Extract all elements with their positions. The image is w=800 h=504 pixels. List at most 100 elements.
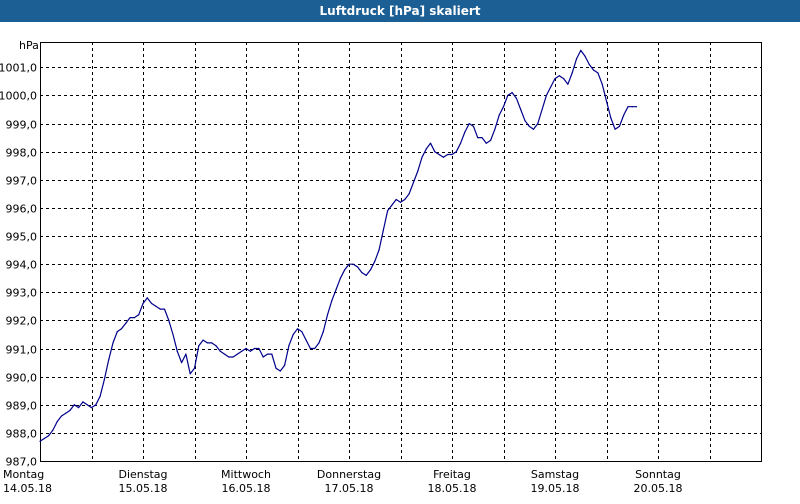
- data-point: [369, 269, 372, 271]
- data-point: [618, 125, 621, 127]
- data-point: [322, 331, 324, 333]
- chart-area: 987,0 988,0 989,0 990,0 991,0 992,0 993,0 994,0…: [0, 22, 800, 500]
- y-tick-label: 988,0: [6, 428, 38, 441]
- series-line: [39, 49, 637, 442]
- x-tick-day: Donnerstag: [317, 468, 381, 481]
- y-tick-label: 998,0: [6, 147, 38, 160]
- data-point: [339, 277, 341, 279]
- data-point: [485, 142, 487, 144]
- data-point: [116, 331, 118, 333]
- data-point: [571, 72, 573, 74]
- x-tick-date: 16.05.18: [222, 482, 271, 495]
- data-point: [408, 193, 410, 195]
- data-point: [434, 151, 436, 153]
- data-point: [468, 123, 470, 125]
- data-point: [284, 364, 286, 366]
- data-point: [211, 342, 213, 344]
- x-tick-day: Sonntag: [635, 468, 681, 481]
- data-point: [168, 319, 170, 321]
- data-point: [60, 415, 63, 417]
- data-point: [404, 198, 406, 201]
- y-tick-label: 994,0: [6, 259, 38, 272]
- data-point: [219, 350, 221, 352]
- data-point: [520, 108, 522, 111]
- data-point: [108, 359, 110, 361]
- data-point: [151, 302, 153, 305]
- data-point: [146, 297, 148, 299]
- data-point: [193, 367, 196, 369]
- data-point: [494, 128, 496, 130]
- data-point: [352, 263, 354, 265]
- grid: [40, 42, 761, 461]
- x-tick-date: 17.05.18: [325, 482, 374, 495]
- data-point: [133, 317, 135, 319]
- y-tick-label: 1000,0: [0, 90, 37, 103]
- data-point: [464, 131, 466, 133]
- data-point: [575, 58, 578, 60]
- data-point: [421, 156, 423, 158]
- data-point: [314, 347, 316, 350]
- y-tick-label: 1001,0: [0, 62, 37, 75]
- data-point: [412, 182, 414, 184]
- data-point: [455, 151, 457, 153]
- data-point: [95, 404, 97, 406]
- data-point: [541, 108, 543, 111]
- data-point: [451, 153, 453, 156]
- data-point: [271, 353, 273, 355]
- data-point: [215, 345, 217, 347]
- data-point: [532, 128, 535, 130]
- y-tick-labels: 987,0 988,0 989,0 990,0 991,0 992,0 993,0 994,0…: [0, 62, 37, 469]
- data-point: [528, 125, 530, 127]
- data-point: [202, 339, 204, 341]
- data-point: [241, 350, 243, 352]
- data-point: [442, 156, 444, 158]
- data-point: [511, 92, 513, 94]
- data-point: [597, 72, 599, 74]
- series: [39, 49, 638, 442]
- data-point: [172, 333, 174, 336]
- data-point: [326, 314, 329, 316]
- data-point: [86, 404, 88, 406]
- data-point: [112, 342, 114, 344]
- data-point: [129, 317, 131, 319]
- data-point: [614, 128, 616, 130]
- data-point: [537, 123, 539, 125]
- data-point: [563, 78, 565, 80]
- data-point: [305, 339, 307, 341]
- y-tick-label: 992,0: [6, 315, 38, 328]
- x-tick-day: Mittwoch: [221, 468, 271, 481]
- data-point: [490, 139, 492, 141]
- data-point: [567, 83, 569, 85]
- y-axis-label: hPa: [19, 39, 39, 52]
- data-point: [181, 362, 183, 364]
- data-point: [357, 266, 359, 268]
- data-point: [399, 201, 402, 203]
- data-point: [395, 198, 397, 201]
- data-point: [56, 421, 58, 423]
- x-tick-day: Dienstag: [118, 468, 167, 481]
- data-point: [507, 94, 509, 96]
- data-point: [65, 412, 67, 414]
- data-point: [223, 353, 226, 355]
- data-point: [425, 148, 427, 150]
- data-point: [348, 263, 350, 265]
- data-point: [163, 308, 166, 310]
- data-point: [554, 78, 556, 80]
- data-point: [185, 353, 187, 355]
- data-point: [125, 322, 127, 324]
- x-tick-date: 18.05.18: [428, 482, 477, 495]
- data-point: [593, 69, 595, 71]
- data-point: [296, 328, 299, 330]
- data-point: [189, 373, 191, 375]
- data-point: [142, 302, 144, 305]
- data-point: [138, 314, 140, 316]
- data-point: [331, 300, 333, 302]
- y-tick-label: 987,0: [6, 456, 38, 469]
- data-point: [378, 249, 380, 251]
- y-tick-label: 993,0: [6, 287, 38, 300]
- data-point: [623, 114, 625, 116]
- data-point: [258, 347, 260, 350]
- data-point: [429, 142, 432, 144]
- data-point: [460, 142, 462, 144]
- x-tick-labels: Montag14.05.18 Dienstag15.05.18 Mittwoch16…: [3, 468, 682, 495]
